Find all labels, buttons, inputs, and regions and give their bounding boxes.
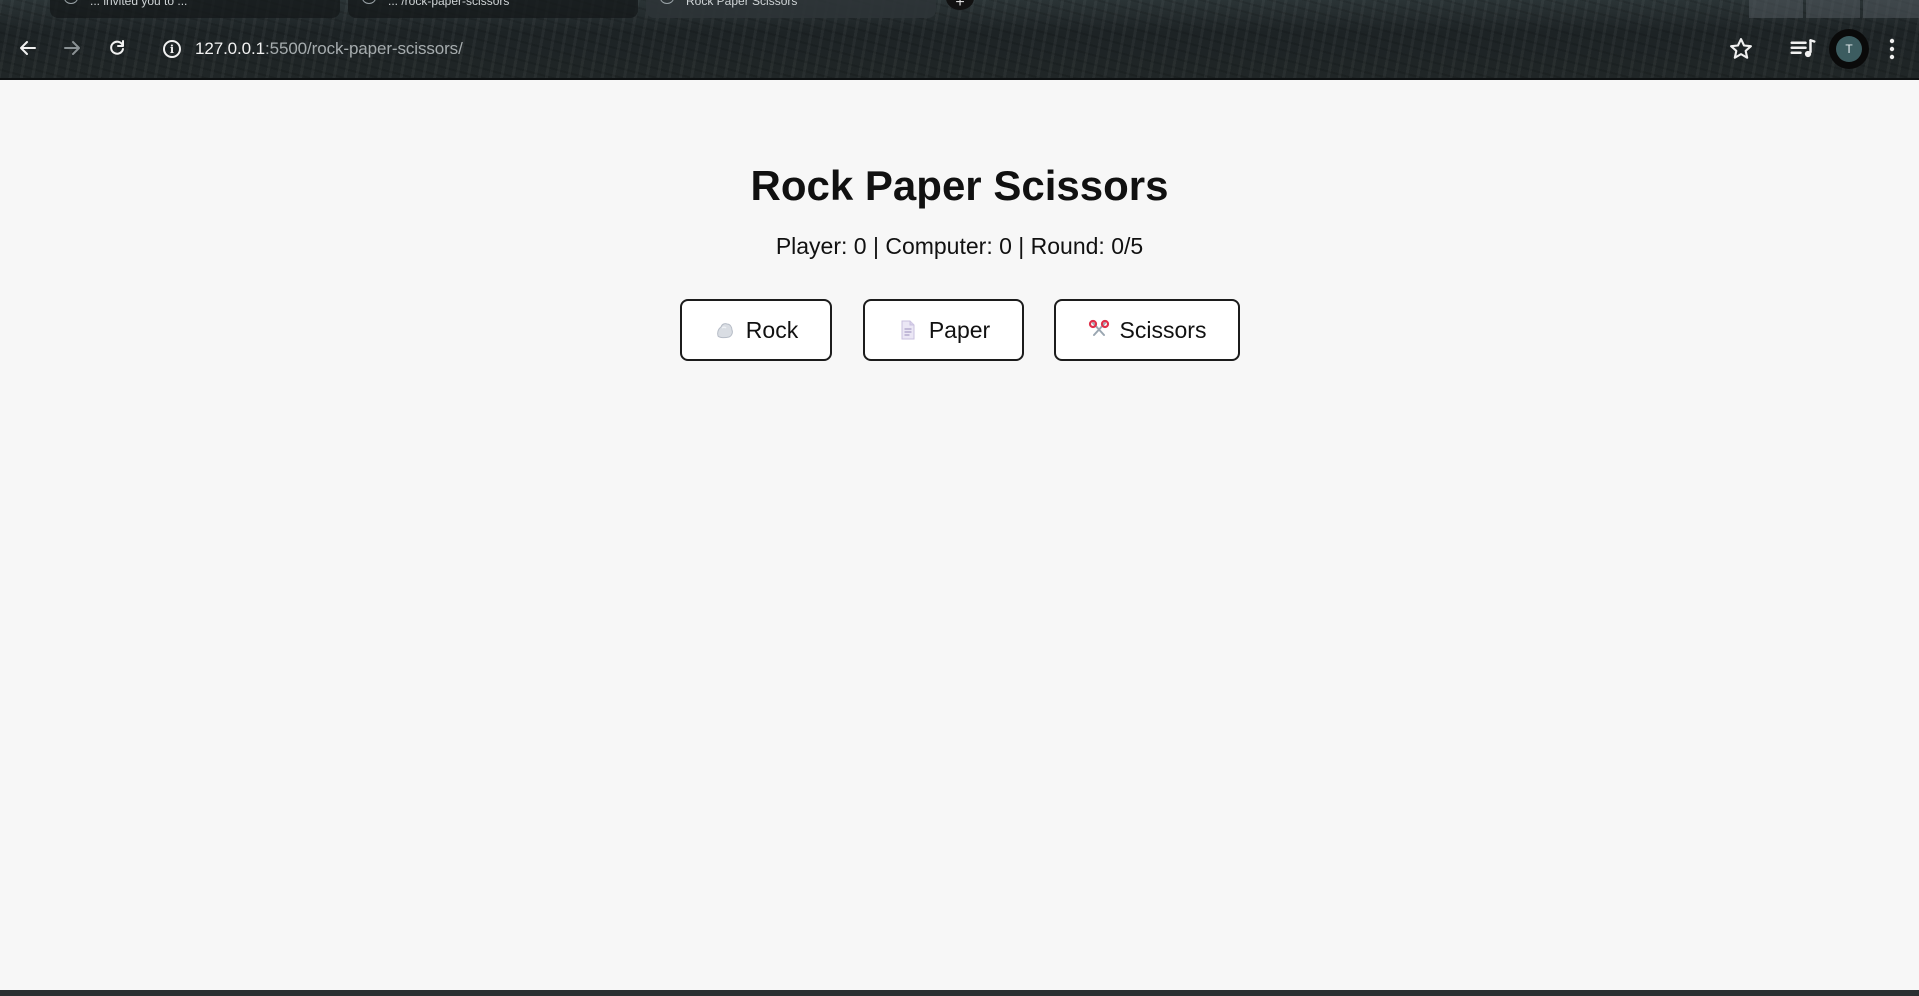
paper-icon (901, 320, 915, 340)
reload-button[interactable] (101, 32, 133, 64)
browser-toolbar: i 127.0.0.1:5500/rock-paper-scissors/ T (0, 20, 1919, 78)
back-arrow-icon (20, 41, 36, 55)
tab-favicon-icon (660, 0, 674, 4)
minimize-button[interactable] (1749, 0, 1803, 18)
paper-button[interactable]: Paper (863, 299, 1024, 361)
url-path: :5500/rock-paper-scissors/ (265, 39, 463, 58)
tab-repo[interactable]: ... /rock-paper-scissors (348, 0, 638, 18)
profile-avatar[interactable]: T (1829, 29, 1869, 69)
tab-title: ... /rock-paper-scissors (388, 0, 510, 8)
browser-menu-button[interactable] (1882, 32, 1902, 66)
page-content: Rock Paper Scissors Player: 0 | Computer… (0, 80, 1919, 990)
scissors-button[interactable]: Scissors (1054, 299, 1240, 361)
tab-title: Rock Paper Scissors (686, 0, 798, 8)
browser-chrome: ... invited you to ... ... /rock-paper-s… (0, 0, 1919, 80)
rock-button[interactable]: Rock (680, 299, 832, 361)
media-controls-button[interactable] (1788, 32, 1818, 66)
paper-label: Paper (928, 316, 991, 343)
kebab-menu-icon (1889, 38, 1895, 60)
tab-title: ... invited you to ... (90, 0, 188, 8)
maximize-button[interactable] (1806, 0, 1860, 18)
info-icon[interactable]: i (163, 40, 181, 58)
back-button[interactable] (12, 32, 44, 64)
url-host: 127.0.0.1 (195, 39, 265, 58)
score-display: Player: 0 | Computer: 0 | Round: 0/5 (775, 233, 1144, 259)
taskbar-edge (0, 990, 1919, 996)
star-icon (1730, 38, 1752, 59)
tab-favicon-icon (64, 0, 78, 4)
forward-button[interactable] (56, 32, 88, 64)
tab-strip: ... invited you to ... ... /rock-paper-s… (0, 0, 1919, 20)
scissors-icon (1088, 319, 1109, 336)
bookmark-star-button[interactable] (1727, 32, 1755, 66)
close-window-button[interactable] (1863, 0, 1919, 18)
page-title: Rock Paper Scissors (750, 162, 1169, 209)
choice-buttons: Rock Paper Scissors (0, 299, 1919, 363)
address-bar[interactable]: i 127.0.0.1:5500/rock-paper-scissors/ (152, 31, 1752, 67)
reload-icon (110, 40, 124, 55)
tab-invite[interactable]: ... invited you to ... (50, 0, 340, 18)
rock-label: Rock (745, 316, 799, 343)
tab-rock-paper-scissors[interactable]: Rock Paper Scissors (646, 0, 936, 18)
new-tab-button[interactable]: + (946, 0, 974, 11)
rock-icon (716, 323, 733, 339)
url-text[interactable]: 127.0.0.1:5500/rock-paper-scissors/ (195, 39, 463, 59)
forward-arrow-icon (64, 41, 80, 55)
media-controls-icon (1790, 39, 1816, 58)
scissors-label: Scissors (1119, 316, 1207, 343)
tab-favicon-icon (362, 0, 376, 4)
avatar-letter: T (1836, 36, 1862, 62)
